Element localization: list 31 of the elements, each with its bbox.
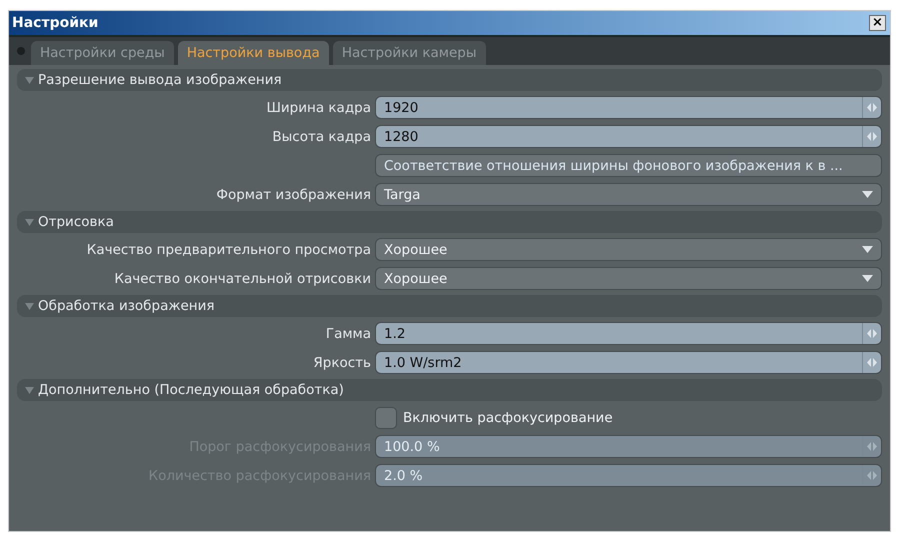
field-label: Высота кадра xyxy=(271,128,371,144)
field-label: Гамма xyxy=(324,326,371,342)
dropdown-caret-icon xyxy=(862,275,873,282)
field-label: Качество предварительного просмотра xyxy=(86,242,371,258)
field-label: Качество окончательной отрисовки xyxy=(113,270,371,286)
field-label: Формат изображения xyxy=(215,186,371,202)
number-field[interactable]: 1280 xyxy=(375,125,882,148)
dropdown[interactable]: Хорошее xyxy=(375,238,882,261)
section-header[interactable]: Разрешение вывода изображения xyxy=(17,69,882,91)
dropdown[interactable]: Хорошее xyxy=(375,267,882,290)
field-label: Яркость xyxy=(312,354,371,370)
section-header[interactable]: Обработка изображения xyxy=(17,295,882,317)
number-field[interactable]: 1920 xyxy=(375,96,882,119)
checkbox[interactable] xyxy=(375,406,397,428)
collapse-triangle-icon xyxy=(25,76,34,84)
action-button[interactable]: Соответствие отношения ширины фонового изображения к в ... xyxy=(375,154,882,177)
collapse-triangle-icon xyxy=(25,302,34,310)
status-dot-icon xyxy=(17,47,25,55)
collapse-triangle-icon xyxy=(25,386,34,394)
number-field[interactable]: 1.0 W/srm2 xyxy=(375,351,882,374)
section-header[interactable]: Дополнительно (Последующая обработка) xyxy=(17,379,882,401)
close-button[interactable]: × xyxy=(869,15,886,31)
collapse-triangle-icon xyxy=(25,218,34,226)
dropdown[interactable]: Targa xyxy=(375,183,882,206)
field-label: Ширина кадра xyxy=(265,100,371,116)
section-header[interactable]: Отрисовка xyxy=(17,211,882,233)
dropdown-caret-icon xyxy=(862,246,873,253)
checkbox-label: Включить расфокусирование xyxy=(403,410,613,426)
number-field[interactable]: 1.2 xyxy=(375,322,882,345)
window-title: Настройки xyxy=(12,15,98,31)
dropdown-caret-icon xyxy=(862,191,873,198)
